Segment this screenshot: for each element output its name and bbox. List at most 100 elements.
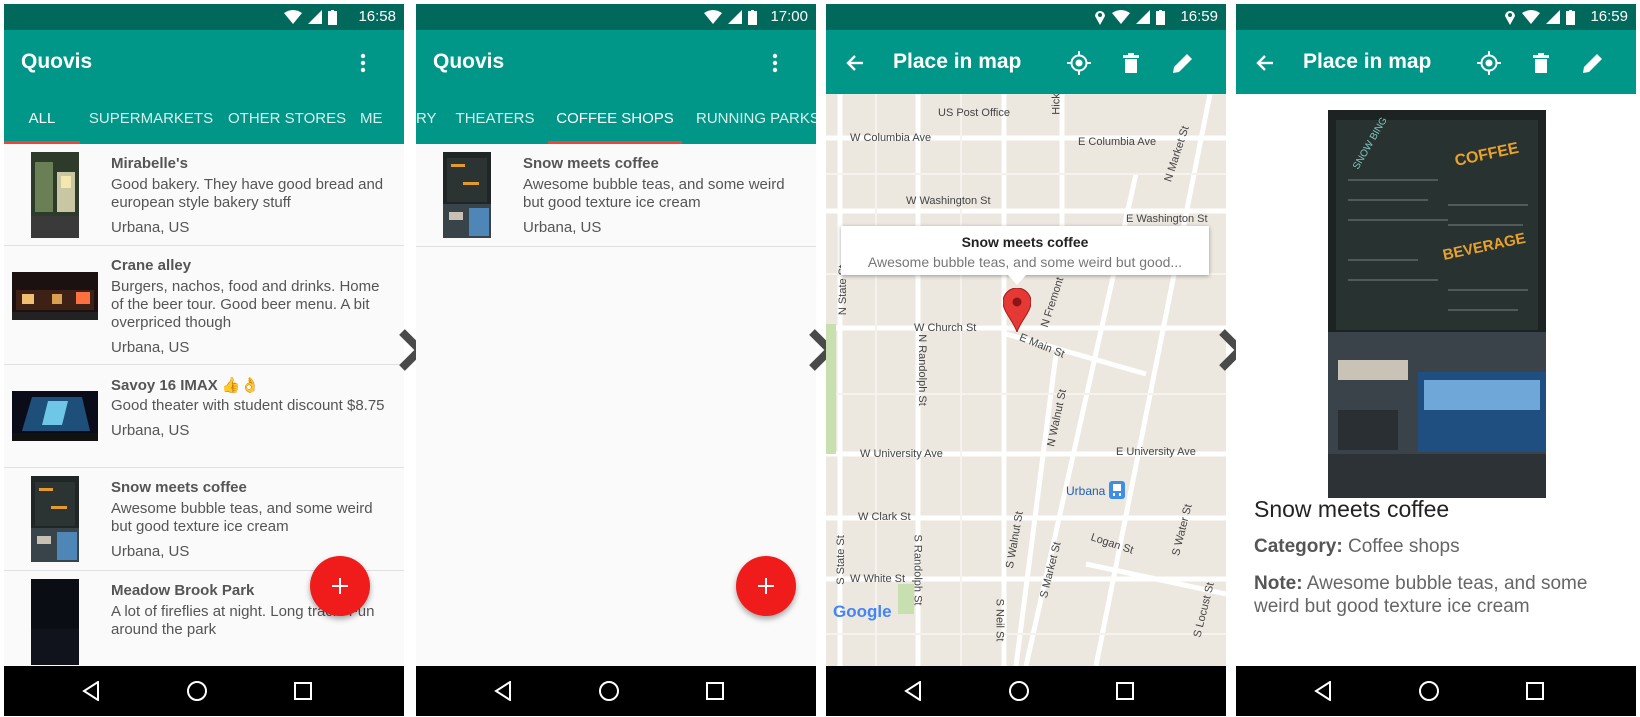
- status-time: 17:00: [770, 8, 808, 25]
- map-label: W Church St: [914, 322, 977, 334]
- system-nav-bar: [826, 666, 1226, 716]
- edit-icon[interactable]: [1170, 50, 1196, 76]
- system-nav-bar: [1236, 666, 1636, 716]
- info-title: Snow meets coffee: [961, 234, 1089, 250]
- place-location: Urbana, US: [111, 543, 190, 560]
- note-value: Awesome bubble teas, and some weird but …: [1254, 573, 1588, 617]
- status-bar: 17:00: [416, 4, 816, 30]
- place-photo[interactable]: COFFEE BEVERAGE SNOW BING: [1328, 110, 1546, 498]
- add-place-button[interactable]: [736, 556, 796, 616]
- place-note: Burgers, nachos, food and drinks. Home o…: [111, 278, 380, 331]
- status-time: 16:58: [358, 8, 396, 25]
- marker-info-window[interactable]: Snow meets coffee Awesome bubble teas, a…: [841, 226, 1209, 275]
- map-label: W Columbia Ave: [850, 132, 932, 144]
- add-icon: [758, 578, 774, 594]
- list-item[interactable]: Crane alley Burgers, nachos, food and dr…: [4, 246, 404, 365]
- place-name: Snow meets coffee: [111, 479, 247, 496]
- battery-icon: [1566, 9, 1575, 25]
- tab-other-stores[interactable]: OTHER STORES: [228, 94, 346, 144]
- arrow-back-icon[interactable]: [842, 50, 868, 76]
- nav-back-icon[interactable]: [900, 678, 926, 704]
- more-vert-icon[interactable]: [762, 50, 788, 76]
- place-note: Awesome bubble teas, and some weird but …: [523, 176, 785, 211]
- arrow-back-icon[interactable]: [1252, 50, 1278, 76]
- my-location-icon[interactable]: [1476, 50, 1502, 76]
- app-title: Quovis: [21, 50, 93, 73]
- info-window-pointer: [1008, 275, 1026, 285]
- category-label: Category:: [1254, 536, 1343, 557]
- signal-icon: [1136, 10, 1150, 24]
- app-bar: Place in map: [1236, 30, 1636, 94]
- category-tabs: ALL SUPERMARKETS OTHER STORES ME: [4, 94, 404, 144]
- tab-partial[interactable]: ME: [360, 94, 400, 144]
- delete-icon[interactable]: [1528, 50, 1554, 76]
- list-item[interactable]: Snow meets coffee Awesome bubble teas, a…: [416, 144, 816, 247]
- status-icons: [284, 7, 337, 27]
- place-name: Snow meets coffee: [1254, 496, 1450, 522]
- nav-recents-icon[interactable]: [702, 678, 728, 704]
- nav-back-icon[interactable]: [1310, 678, 1336, 704]
- map-marker-icon[interactable]: [1003, 288, 1031, 332]
- status-time: 16:59: [1180, 8, 1218, 25]
- place-name: Savoy 16 IMAX 👍👌: [111, 377, 260, 394]
- list-item[interactable]: Mirabelle's Good bakery. They have good …: [4, 144, 404, 246]
- place-thumbnail: [31, 476, 79, 562]
- location-icon: [1095, 11, 1105, 25]
- nav-back-icon[interactable]: [490, 678, 516, 704]
- map-label: S State St: [834, 535, 847, 585]
- category-tabs: RY THEATERS COFFEE SHOPS RUNNING PARKS: [416, 94, 816, 144]
- place-category: Category: Coffee shops: [1254, 535, 1624, 558]
- system-nav-bar: [4, 666, 404, 716]
- map-label: US Post Office: [938, 107, 1010, 119]
- app-bar: Quovis: [416, 30, 816, 94]
- screen-title: Place in map: [893, 50, 1022, 73]
- my-location-icon[interactable]: [1066, 50, 1092, 76]
- map-label: E Columbia Ave: [1078, 136, 1157, 148]
- status-icons: [1094, 7, 1165, 27]
- list-item[interactable]: Savoy 16 IMAX 👍👌 Good theater with stude…: [4, 365, 404, 468]
- screen-all-places: 16:58 Quovis ALL SUPERMARKETS OTHER STOR…: [4, 4, 404, 716]
- location-icon: [1505, 11, 1515, 25]
- place-thumbnail: [31, 579, 79, 665]
- nav-back-icon[interactable]: [78, 678, 104, 704]
- map-label: Urbana: [1066, 484, 1106, 498]
- place-location: Urbana, US: [111, 339, 190, 356]
- map-label: Hick: [1050, 94, 1063, 115]
- add-place-button[interactable]: [310, 556, 370, 616]
- place-note: Good theater with student discount $8.75: [111, 397, 385, 414]
- wifi-icon: [1522, 10, 1540, 24]
- tab-theaters[interactable]: THEATERS: [452, 94, 538, 144]
- nav-recents-icon[interactable]: [1112, 678, 1138, 704]
- status-bar: 16:58: [4, 4, 404, 30]
- nav-home-icon[interactable]: [1006, 678, 1032, 704]
- place-thumbnail: [443, 152, 491, 238]
- nav-home-icon[interactable]: [184, 678, 210, 704]
- tab-supermarkets[interactable]: SUPERMARKETS: [86, 94, 216, 144]
- nav-recents-icon[interactable]: [290, 678, 316, 704]
- place-note: Note: Awesome bubble teas, and some weir…: [1254, 572, 1624, 618]
- info-snippet: Awesome bubble teas, and some weird but …: [867, 254, 1183, 270]
- tab-all[interactable]: ALL: [4, 94, 80, 144]
- tab-running-parks[interactable]: RUNNING PARKS: [696, 94, 816, 144]
- battery-icon: [328, 9, 337, 25]
- system-nav-bar: [416, 666, 816, 716]
- screen-coffee-shops: 17:00 Quovis RY THEATERS COFFEE SHOPS RU…: [416, 4, 816, 716]
- nav-home-icon[interactable]: [1416, 678, 1442, 704]
- google-logo: Google: [833, 602, 892, 621]
- map-label: S Neil St: [993, 598, 1006, 642]
- status-time: 16:59: [1590, 8, 1628, 25]
- nav-home-icon[interactable]: [596, 678, 622, 704]
- tab-partial[interactable]: RY: [416, 94, 438, 144]
- screen-place-map: 16:59 Place in map US Post Office Hick W…: [826, 4, 1226, 716]
- map-view[interactable]: US Post Office Hick W Columbia Ave E Col…: [826, 94, 1226, 666]
- place-location: Urbana, US: [111, 422, 190, 439]
- delete-icon[interactable]: [1118, 50, 1144, 76]
- edit-icon[interactable]: [1580, 50, 1606, 76]
- more-vert-icon[interactable]: [350, 50, 376, 76]
- note-label: Note:: [1254, 573, 1303, 594]
- place-location: Urbana, US: [523, 219, 602, 236]
- nav-recents-icon[interactable]: [1522, 678, 1548, 704]
- place-name: Meadow Brook Park: [111, 582, 255, 599]
- tab-coffee-shops[interactable]: COFFEE SHOPS: [548, 94, 682, 144]
- place-thumbnail: [12, 391, 98, 441]
